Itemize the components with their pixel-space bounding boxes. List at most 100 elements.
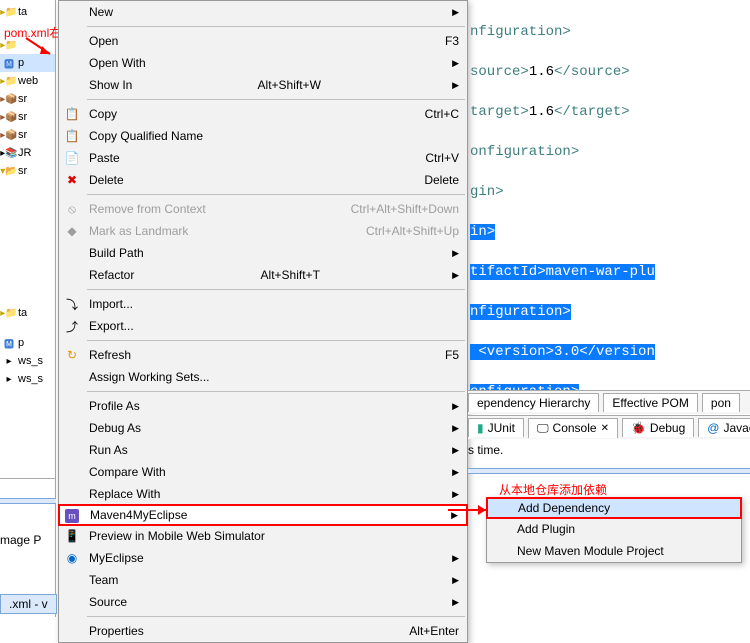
annotation-arrow-icon bbox=[22, 36, 58, 60]
menu-label: Properties bbox=[89, 624, 144, 638]
menu-maven4myeclipse[interactable]: mMaven4MyEclipse▶ bbox=[58, 504, 468, 526]
tab-effective-pom[interactable]: Effective POM bbox=[603, 393, 697, 412]
menu-label: Run As bbox=[89, 443, 128, 457]
tree-item[interactable]: ▾📂sr bbox=[0, 162, 55, 180]
context-menu: New▶ OpenF3 Open With▶ Show InAlt+Shift+… bbox=[58, 0, 468, 643]
menu-compare-with[interactable]: Compare With▶ bbox=[59, 461, 467, 483]
folder-icon: ▾📂 bbox=[2, 164, 16, 178]
menu-open-with[interactable]: Open With▶ bbox=[59, 52, 467, 74]
junit-icon: ▮ bbox=[477, 421, 484, 435]
menu-properties[interactable]: Properties Alt+Enter bbox=[59, 620, 467, 642]
code-line: nfiguration> bbox=[470, 302, 748, 322]
views-tab-row: ▮JUnit 🖵Console✕ 🐞 Debug @Javadoc bbox=[468, 415, 750, 439]
tab-label: Debug bbox=[650, 421, 685, 435]
project-explorer[interactable]: ▸📁ta ▸📁 🅼p ▸📁web ▸📦sr ▸📦sr ▸📦sr ▸📚JR ▾📂s… bbox=[0, 0, 56, 617]
menu-profile-as[interactable]: Profile As▶ bbox=[59, 395, 467, 417]
console-output: s time. bbox=[468, 443, 503, 457]
taskbar-item[interactable]: .xml - v bbox=[0, 594, 57, 614]
menu-separator bbox=[87, 99, 465, 100]
panel-separator bbox=[468, 468, 750, 474]
menu-import[interactable]: ⤵Import... bbox=[59, 293, 467, 315]
view-tab-javadoc[interactable]: @Javadoc bbox=[698, 418, 750, 437]
shortcut-label: Ctrl+C bbox=[425, 107, 459, 121]
menu-copy[interactable]: 📋CopyCtrl+C bbox=[59, 103, 467, 125]
menu-show-in[interactable]: Show InAlt+Shift+W▶ bbox=[59, 74, 467, 96]
tree-item[interactable]: ▸ws_s bbox=[0, 352, 55, 370]
javadoc-icon: @ bbox=[707, 421, 719, 435]
tree-item[interactable]: ▸📁ta bbox=[0, 304, 55, 322]
refresh-icon: ↻ bbox=[64, 347, 80, 363]
menu-run-as[interactable]: Run As▶ bbox=[59, 439, 467, 461]
tree-item[interactable]: ▸📦sr bbox=[0, 126, 55, 144]
code-line: in> bbox=[470, 222, 748, 242]
code-editor[interactable]: nfiguration> source>1.6</source> target>… bbox=[468, 0, 750, 390]
submenu-add-dependency[interactable]: Add Dependency bbox=[486, 497, 742, 519]
menu-label: Open With bbox=[89, 56, 146, 70]
tree-item[interactable]: ▸📁web bbox=[0, 72, 55, 90]
package-icon: ▸📦 bbox=[2, 128, 16, 142]
view-tab-console[interactable]: 🖵Console✕ bbox=[528, 418, 618, 438]
paste-icon: 📄 bbox=[64, 150, 80, 166]
menu-refresh[interactable]: ↻RefreshF5 bbox=[59, 344, 467, 366]
code-line: tifactId>maven-war-plu bbox=[470, 262, 748, 282]
shortcut-label: Alt+Shift+W bbox=[258, 78, 321, 92]
menu-source[interactable]: Source▶ bbox=[59, 591, 467, 613]
tree-label: sr bbox=[18, 129, 27, 141]
menu-label: Mark as Landmark bbox=[89, 224, 188, 238]
tree-label: web bbox=[18, 75, 38, 87]
submenu-arrow-icon: ▶ bbox=[440, 597, 459, 608]
menu-separator bbox=[87, 194, 465, 195]
tree-item[interactable]: ▸ws_s bbox=[0, 370, 55, 388]
menu-label: Team bbox=[89, 573, 118, 587]
menu-open[interactable]: OpenF3 bbox=[59, 30, 467, 52]
debug-icon: 🐞 bbox=[631, 421, 646, 435]
view-tab-debug[interactable]: 🐞 Debug bbox=[622, 418, 694, 437]
menu-export[interactable]: ⤴Export... bbox=[59, 315, 467, 337]
tree-item[interactable]: 🅼p bbox=[0, 334, 55, 352]
shortcut-label: Ctrl+Alt+Shift+Up bbox=[366, 224, 459, 238]
menu-refactor[interactable]: RefactorAlt+Shift+T▶ bbox=[59, 264, 467, 286]
menu-build-path[interactable]: Build Path▶ bbox=[59, 242, 467, 264]
submenu-label: New Maven Module Project bbox=[517, 544, 664, 558]
tab-dependency-hierarchy[interactable]: ependency Hierarchy bbox=[468, 393, 599, 412]
panel-separator bbox=[0, 498, 56, 504]
shortcut-label: Alt+Enter bbox=[409, 624, 459, 638]
submenu-arrow-icon: ▶ bbox=[440, 467, 459, 478]
package-icon: ▸📦 bbox=[2, 110, 16, 124]
shortcut-label: Ctrl+Alt+Shift+Down bbox=[351, 202, 459, 216]
folder-icon: ▸📁 bbox=[2, 5, 16, 19]
menu-separator bbox=[87, 391, 465, 392]
tree-label: sr bbox=[18, 93, 27, 105]
tree-item[interactable]: ▸📚JR bbox=[0, 144, 55, 162]
menu-remove-context: ⦸Remove from ContextCtrl+Alt+Shift+Down bbox=[59, 198, 467, 220]
menu-new[interactable]: New▶ bbox=[59, 1, 467, 23]
menu-label: MyEclipse bbox=[89, 551, 144, 565]
menu-mark-landmark: ◆Mark as LandmarkCtrl+Alt+Shift+Up bbox=[59, 220, 467, 242]
menu-label: Build Path bbox=[89, 246, 144, 260]
menu-preview-mobile[interactable]: 📱Preview in Mobile Web Simulator bbox=[59, 525, 467, 547]
menu-label: Copy Qualified Name bbox=[89, 129, 203, 143]
tab-pom[interactable]: pon bbox=[702, 393, 740, 412]
menu-replace-with[interactable]: Replace With▶ bbox=[59, 483, 467, 505]
submenu-new-maven-module[interactable]: New Maven Module Project bbox=[487, 540, 741, 562]
tree-item[interactable]: ▸📦sr bbox=[0, 108, 55, 126]
menu-copy-qualified[interactable]: 📋Copy Qualified Name bbox=[59, 125, 467, 147]
submenu-arrow-icon: ▶ bbox=[440, 401, 459, 412]
menu-delete[interactable]: ✖DeleteDelete bbox=[59, 169, 467, 191]
menu-myeclipse[interactable]: ◉MyEclipse▶ bbox=[59, 547, 467, 569]
menu-team[interactable]: Team▶ bbox=[59, 569, 467, 591]
menu-debug-as[interactable]: Debug As▶ bbox=[59, 417, 467, 439]
tree-item[interactable]: ▸📁ta bbox=[0, 3, 55, 21]
menu-paste[interactable]: 📄PasteCtrl+V bbox=[59, 147, 467, 169]
menu-assign-working-sets[interactable]: Assign Working Sets... bbox=[59, 366, 467, 388]
shortcut-label: Delete bbox=[424, 173, 459, 187]
menu-label: Copy bbox=[89, 107, 117, 121]
tree-item[interactable]: ▸📦sr bbox=[0, 90, 55, 108]
project-icon: ▸ bbox=[2, 372, 16, 386]
menu-label: New bbox=[89, 5, 113, 19]
close-icon[interactable]: ✕ bbox=[601, 423, 609, 434]
submenu-add-plugin[interactable]: Add Plugin bbox=[487, 518, 741, 540]
submenu-arrow-icon: ▶ bbox=[440, 553, 459, 564]
view-tab-image-preview[interactable]: mage P bbox=[0, 533, 41, 547]
view-tab-junit[interactable]: ▮JUnit bbox=[468, 418, 524, 437]
